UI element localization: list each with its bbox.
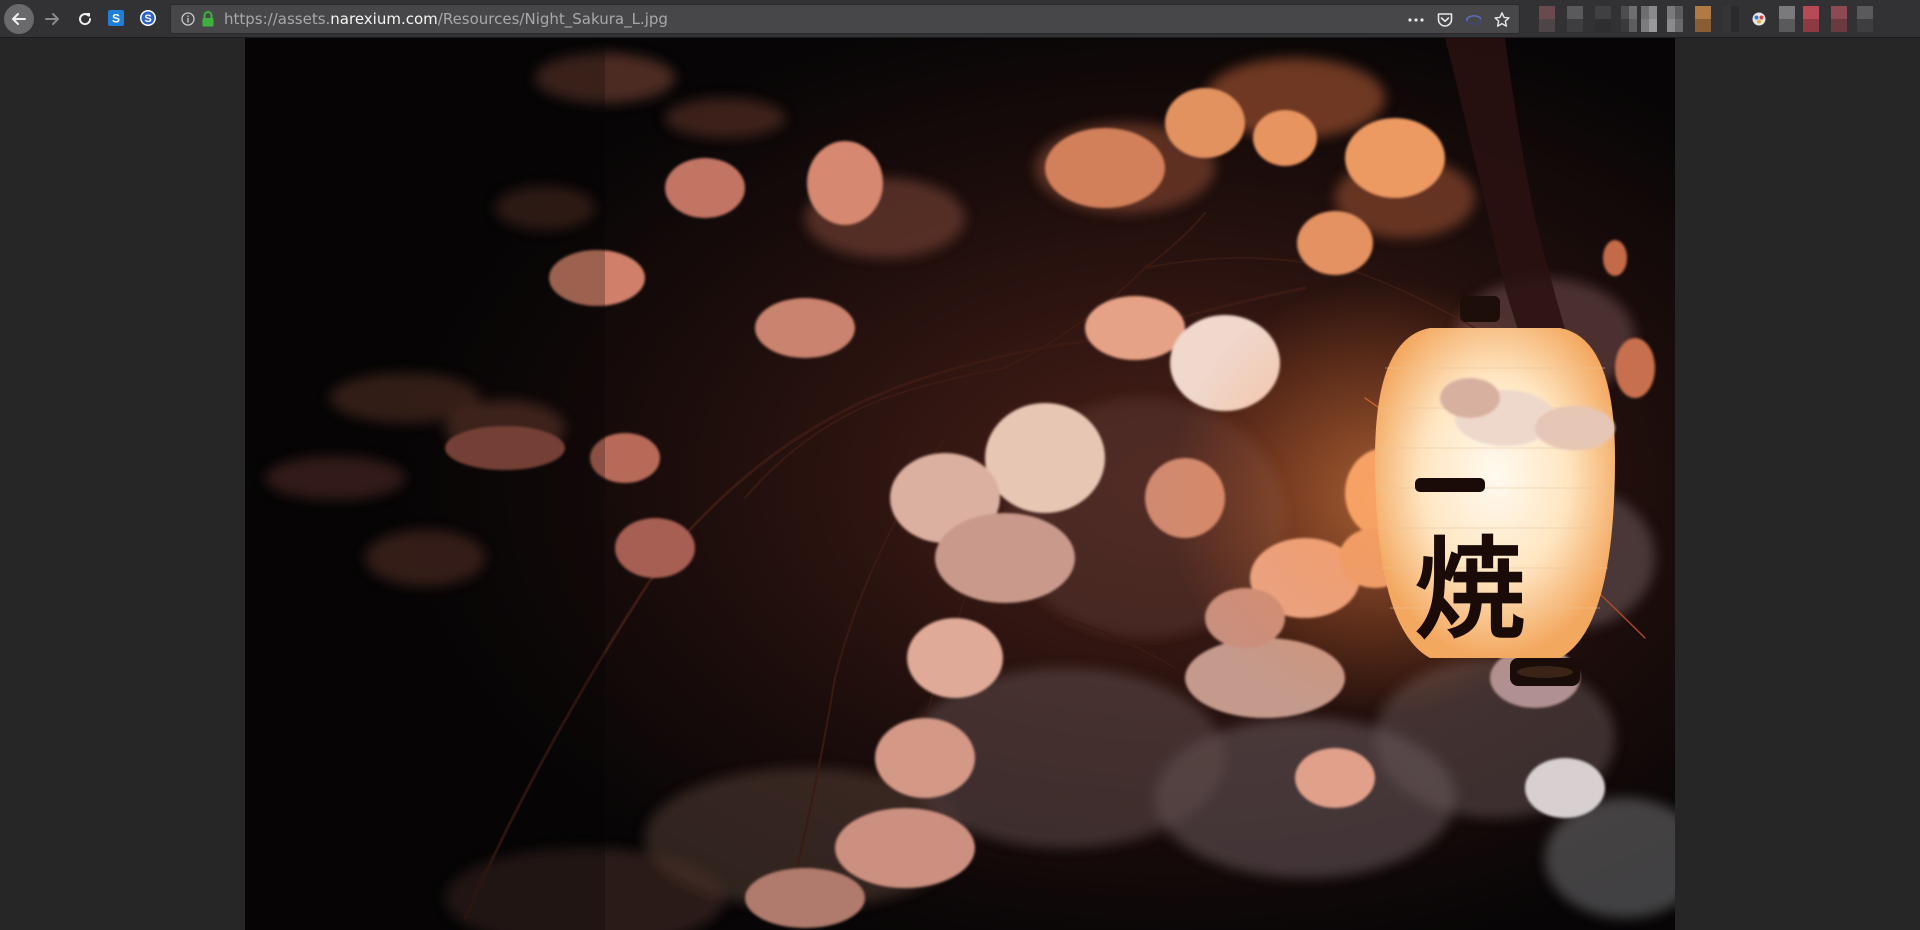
url-host: narexium.com xyxy=(330,10,438,28)
arrow-left-icon xyxy=(12,13,26,25)
blurred-extension-icon xyxy=(1621,6,1637,32)
lock-icon[interactable] xyxy=(201,11,215,27)
extension-addon-8[interactable] xyxy=(1722,6,1740,32)
paper-lantern: 焼 xyxy=(1375,296,1615,686)
back-button[interactable] xyxy=(4,4,34,34)
extension-addon-12[interactable] xyxy=(1830,6,1848,32)
sync-button[interactable] xyxy=(1465,11,1483,29)
extension-addon-2[interactable] xyxy=(1566,6,1584,32)
bookmark-star-icon xyxy=(1494,12,1510,27)
svg-text:S: S xyxy=(144,13,151,25)
page-actions-button[interactable] xyxy=(1407,11,1425,29)
url-path: /Resources/Night_Sakura_L.jpg xyxy=(437,10,668,28)
extension-s-square-button[interactable]: S xyxy=(108,10,124,26)
blurred-extension-icon xyxy=(1831,6,1847,32)
bookmark-button[interactable] xyxy=(1493,11,1511,29)
browser-toolbar: S S https://assets.narexium.com/Resource… xyxy=(0,0,1920,38)
extension-addon-7[interactable] xyxy=(1694,6,1712,32)
blurred-extension-icon xyxy=(1857,6,1873,32)
blurred-extension-icon xyxy=(1803,6,1819,32)
blurred-extension-icon xyxy=(1567,6,1583,32)
sync-icon xyxy=(1466,15,1482,25)
colorful-extension-icon xyxy=(1752,12,1766,26)
url-text[interactable]: https://assets.narexium.com/Resources/Ni… xyxy=(224,11,668,28)
forward-button[interactable] xyxy=(37,4,67,34)
extension-addon-3[interactable] xyxy=(1594,6,1612,32)
extension-addon-11[interactable] xyxy=(1802,6,1820,32)
url-prefix: https://assets. xyxy=(224,10,331,28)
svg-text:S: S xyxy=(112,12,120,26)
reload-icon xyxy=(79,13,92,26)
extension-s-circle-button[interactable]: S xyxy=(140,10,156,26)
pocket-button[interactable] xyxy=(1436,11,1454,29)
extension-addon-5[interactable] xyxy=(1640,6,1658,32)
more-icon xyxy=(1408,18,1424,22)
lantern-character: 焼 xyxy=(1415,526,1525,654)
extension-addon-13[interactable] xyxy=(1856,6,1874,32)
url-bar[interactable]: https://assets.narexium.com/Resources/Ni… xyxy=(170,4,1520,34)
extension-addon-9[interactable] xyxy=(1750,6,1768,32)
s-circle-extension-icon: S xyxy=(140,10,156,26)
displayed-image: 焼 xyxy=(245,38,1675,930)
info-icon[interactable] xyxy=(181,12,195,26)
blurred-extension-icon xyxy=(1667,6,1683,32)
blurred-extension-icon xyxy=(1779,6,1795,32)
blurred-extension-icon xyxy=(1723,6,1739,32)
arrow-right-icon xyxy=(45,13,59,25)
extension-addon-10[interactable] xyxy=(1778,6,1796,32)
reload-button[interactable] xyxy=(70,4,100,34)
extension-addon-4[interactable] xyxy=(1620,6,1638,32)
extension-addon-1[interactable] xyxy=(1538,6,1556,32)
vignette-left xyxy=(245,38,605,930)
pocket-icon xyxy=(1437,13,1453,27)
blurred-extension-icon xyxy=(1641,6,1657,32)
s-square-extension-icon: S xyxy=(108,10,124,26)
night-sakura-photo: 焼 xyxy=(245,38,1675,930)
blurred-extension-icon xyxy=(1539,6,1555,32)
blurred-extension-icon xyxy=(1595,6,1611,32)
blurred-extension-icon xyxy=(1695,6,1711,32)
extension-addon-6[interactable] xyxy=(1666,6,1684,32)
